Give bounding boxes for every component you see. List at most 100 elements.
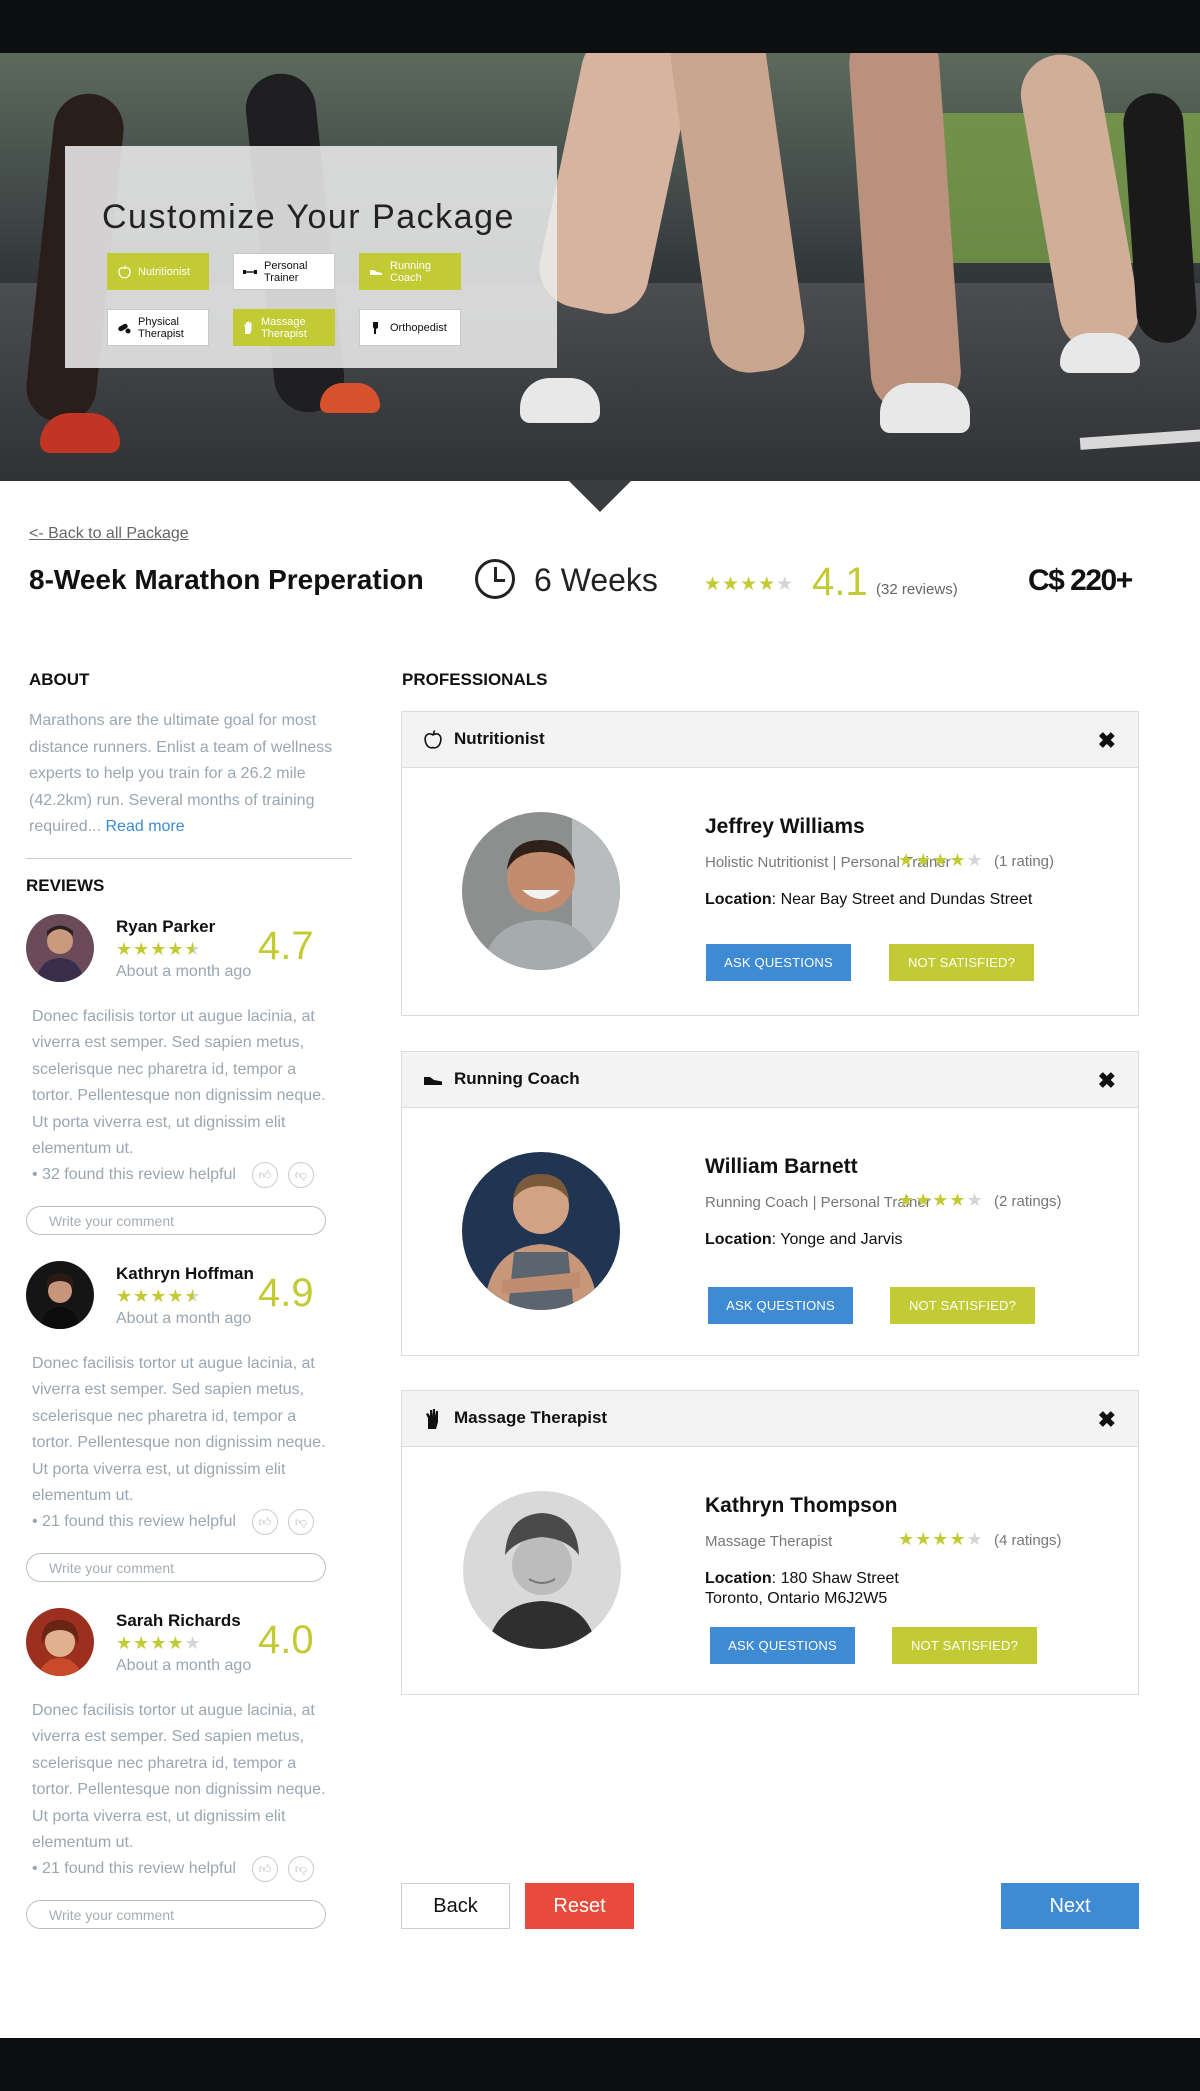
- review-score: 4.7: [258, 924, 314, 968]
- foot-icon: [369, 321, 383, 335]
- hand-icon: [243, 321, 254, 335]
- professional-card-massage-therapist: Massage Therapist ✖ Kathryn Thompson Mas…: [401, 1390, 1139, 1695]
- thumbs-down-icon[interactable]: 👎︎: [288, 1162, 314, 1188]
- thumbs-down-icon[interactable]: 👎︎: [288, 1856, 314, 1882]
- top-bar: [0, 0, 1200, 53]
- chip-personal-trainer[interactable]: Personal Trainer: [233, 253, 335, 290]
- chip-label: Massage Therapist: [260, 315, 307, 340]
- package-name: 8-Week Marathon Preperation: [29, 564, 424, 595]
- professional-category: Nutritionist: [454, 729, 545, 748]
- shoe-icon: [422, 1069, 444, 1091]
- chip-label: Personal Trainer: [264, 259, 308, 284]
- professional-card-nutritionist: Nutritionist ✖ Jeffrey Williams Holistic…: [401, 711, 1139, 1016]
- ask-questions-button[interactable]: ASK QUESTIONS: [708, 1287, 853, 1324]
- review-stars: ★★★★★: [116, 939, 202, 959]
- package-review-count[interactable]: (32 reviews): [876, 581, 958, 598]
- professional-rating-count: (1 rating): [994, 853, 1055, 870]
- comment-input[interactable]: [26, 1900, 326, 1929]
- not-satisfied-button[interactable]: NOT SATISFIED?: [890, 1287, 1035, 1324]
- chip-label: Nutritionist: [138, 265, 190, 278]
- chip-running-coach[interactable]: Running Coach: [359, 253, 461, 290]
- review-stars: ★★★★★: [116, 1286, 202, 1306]
- professional-location: Location: 180 Shaw Street Toronto, Ontar…: [705, 1570, 899, 1607]
- package-rating-score: 4.1: [812, 560, 868, 604]
- back-to-packages-link[interactable]: <- Back to all Package: [29, 525, 189, 543]
- shoe-icon: [369, 265, 383, 279]
- customize-package-title: Customize Your Package: [102, 198, 515, 236]
- thumbs-down-icon[interactable]: 👎︎: [288, 1509, 314, 1535]
- review-score: 4.0: [258, 1618, 314, 1662]
- location-label: Location: [705, 1570, 772, 1587]
- chip-label: Physical Therapist: [138, 315, 184, 340]
- apple-icon: [422, 729, 444, 751]
- not-satisfied-button[interactable]: NOT SATISFIED?: [889, 944, 1034, 981]
- professional-role: Massage Therapist: [705, 1533, 833, 1550]
- location-value: Yonge and Jarvis: [780, 1231, 903, 1248]
- package-rating-stars: ★★★★★: [704, 574, 795, 595]
- close-icon[interactable]: ✖: [1098, 1068, 1116, 1094]
- professional-photo: [462, 812, 620, 970]
- professional-name: William Barnett: [705, 1155, 858, 1178]
- professional-category: Massage Therapist: [454, 1408, 608, 1427]
- professional-rating-stars: ★★★★★: [898, 1529, 984, 1549]
- thumbs-up-icon[interactable]: 👍︎: [252, 1509, 278, 1535]
- review-body: Donec facilisis tortor ut augue lacinia,…: [32, 1355, 326, 1505]
- review-time: About a month ago: [116, 963, 252, 980]
- professional-card-running-coach: Running Coach ✖ William Barnett Running …: [401, 1051, 1139, 1356]
- ask-questions-button[interactable]: ASK QUESTIONS: [706, 944, 851, 981]
- thumbs-up-icon[interactable]: 👍︎: [252, 1856, 278, 1882]
- professional-rating-count: (2 ratings): [994, 1193, 1062, 1210]
- reviewer-name: Ryan Parker: [116, 917, 216, 936]
- back-button[interactable]: Back: [401, 1883, 510, 1929]
- ask-questions-button[interactable]: ASK QUESTIONS: [710, 1627, 855, 1664]
- chip-physical-therapist[interactable]: Physical Therapist: [107, 309, 209, 346]
- reviewer-name: Kathryn Hoffman: [116, 1264, 254, 1283]
- avatar: [26, 1261, 94, 1329]
- about-heading: ABOUT: [29, 670, 90, 689]
- review-stars: ★★★★★: [116, 1633, 202, 1653]
- review-helpful-count: • 21 found this review helpful: [32, 1860, 236, 1877]
- comment-input[interactable]: [26, 1206, 326, 1235]
- location-value-line2: Toronto, Ontario M6J2W5: [705, 1590, 888, 1607]
- package-price: C$ 220+: [1028, 564, 1133, 597]
- professional-card-header: Massage Therapist ✖: [402, 1391, 1138, 1447]
- dumbbell-icon: [243, 265, 257, 279]
- review-helpful-count: • 32 found this review helpful: [32, 1166, 236, 1183]
- reset-button[interactable]: Reset: [525, 1883, 634, 1929]
- about-body: Marathons are the ultimate goal for most…: [29, 712, 333, 835]
- professional-role: Running Coach | Personal Trainer: [705, 1194, 931, 1211]
- chip-nutritionist[interactable]: Nutritionist: [107, 253, 209, 290]
- close-icon[interactable]: ✖: [1098, 728, 1116, 754]
- reviews-heading: REVIEWS: [26, 876, 105, 895]
- comment-input[interactable]: [26, 1553, 326, 1582]
- apple-icon: [117, 264, 131, 279]
- professional-category: Running Coach: [454, 1069, 580, 1088]
- pill-icon: [117, 321, 131, 335]
- professional-name: Kathryn Thompson: [705, 1494, 898, 1517]
- package-duration: 6 Weeks: [534, 562, 658, 598]
- clock-icon: [475, 559, 515, 599]
- read-more-link[interactable]: Read more: [106, 818, 185, 835]
- chip-massage-therapist[interactable]: Massage Therapist: [233, 309, 335, 346]
- chip-orthopedist[interactable]: Orthopedist: [359, 309, 461, 346]
- professional-rating-stars: ★★★★★: [898, 1190, 984, 1210]
- close-icon[interactable]: ✖: [1098, 1407, 1116, 1433]
- professional-location: Location: Near Bay Street and Dundas Str…: [705, 891, 1033, 908]
- location-label: Location: [705, 1231, 772, 1248]
- professional-photo: [462, 1152, 620, 1310]
- professional-location: Location: Yonge and Jarvis: [705, 1231, 903, 1248]
- not-satisfied-button[interactable]: NOT SATISFIED?: [892, 1627, 1037, 1664]
- location-value: Near Bay Street and Dundas Street: [780, 891, 1033, 908]
- review-time: About a month ago: [116, 1310, 252, 1327]
- professional-card-header: Running Coach ✖: [402, 1052, 1138, 1108]
- professional-rating-count: (4 ratings): [994, 1532, 1062, 1549]
- professionals-heading: PROFESSIONALS: [402, 670, 548, 689]
- review-body: Donec facilisis tortor ut augue lacinia,…: [32, 1702, 326, 1852]
- professional-photo: [463, 1491, 621, 1649]
- thumbs-up-icon[interactable]: 👍︎: [252, 1162, 278, 1188]
- chip-label: Running Coach: [390, 259, 431, 284]
- next-button[interactable]: Next: [1001, 1883, 1139, 1929]
- review-helpful-count: • 21 found this review helpful: [32, 1513, 236, 1530]
- review-body: Donec facilisis tortor ut augue lacinia,…: [32, 1008, 326, 1158]
- hand-icon: [422, 1408, 444, 1430]
